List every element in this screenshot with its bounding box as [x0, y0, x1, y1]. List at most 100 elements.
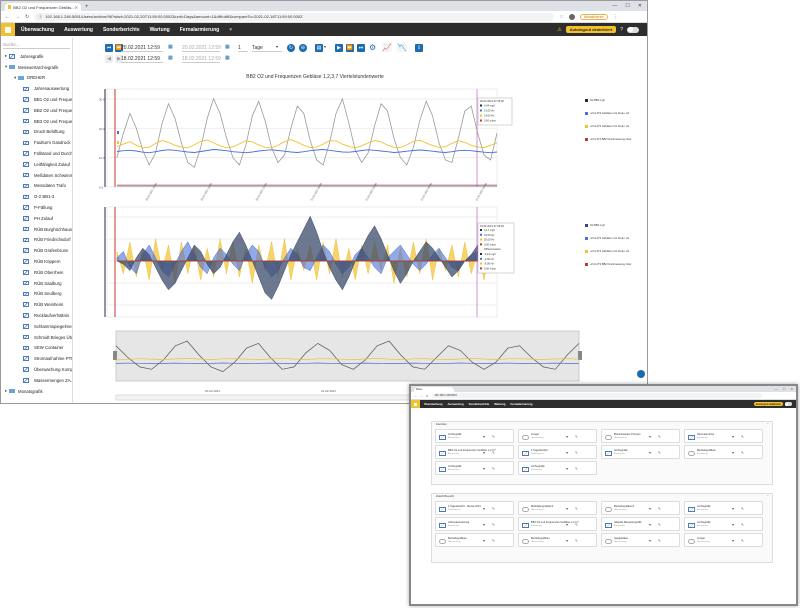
- edit-icon[interactable]: ✎: [492, 507, 495, 511]
- tile-card[interactable]: Archivgrafik Auswertung ♥ ✎: [518, 461, 597, 475]
- edit-icon[interactable]: ✎: [492, 435, 495, 439]
- refresh-button[interactable]: ↻: [287, 44, 295, 52]
- edit-icon[interactable]: ✎: [658, 523, 661, 527]
- sidebar-item[interactable]: RÜB Seulberg: [1, 289, 72, 300]
- favorite-heart-icon[interactable]: ♥: [732, 507, 734, 511]
- edit-icon[interactable]: ✎: [658, 451, 661, 455]
- edit-icon[interactable]: ✎: [741, 507, 744, 511]
- browser-tab-2[interactable]: Dibex: [414, 387, 454, 392]
- help-icon[interactable]: ?: [620, 27, 623, 33]
- nav2-ueberwachung[interactable]: Überwachung: [424, 402, 443, 406]
- favorite-heart-icon[interactable]: ♥: [566, 435, 568, 439]
- sidebar-item[interactable]: ▸ Jahresgrafik: [1, 51, 72, 62]
- maximize-icon-2[interactable]: ☐: [783, 387, 786, 391]
- save-menu-chevron-icon[interactable]: ▾: [324, 44, 326, 49]
- edit-icon[interactable]: ✎: [575, 507, 578, 511]
- tile-card[interactable]: 1 Tagesbericht - Monat 2021 Sonderbericht…: [435, 501, 514, 515]
- nav-fernalarmierung[interactable]: Fernalarmierung: [180, 27, 219, 33]
- sidebar-item[interactable]: ▾ DREHER: [1, 73, 72, 84]
- sidebar-item[interactable]: PH Zulauf: [1, 213, 72, 224]
- tile-card[interactable]: Gasgebläse Überwachung ♥ ✎: [601, 533, 680, 547]
- favorite-heart-icon[interactable]: ♥: [732, 451, 734, 455]
- save-button[interactable]: ▤: [315, 44, 323, 52]
- calendar-1-icon[interactable]: ▦: [168, 44, 173, 50]
- tile-card[interactable]: Betriebsgrafiken1 Überwachung ♥ ✎: [601, 501, 680, 515]
- favorite-heart-icon[interactable]: ♥: [566, 451, 568, 455]
- close-window-icon[interactable]: ✕: [638, 3, 642, 9]
- favorite-heart-icon[interactable]: ♥: [483, 451, 485, 455]
- sidebar-item[interactable]: RÜB Köppern: [1, 256, 72, 267]
- sidebar-item[interactable]: Schlammspiegelmess...: [1, 321, 72, 332]
- tile-card[interactable]: Archivgrafik Auswertung ♥ ✎: [601, 445, 680, 459]
- minimize-icon[interactable]: —: [612, 3, 617, 9]
- line-chart-icon[interactable]: 📈: [382, 43, 392, 52]
- navigator-right-handle[interactable]: [578, 351, 582, 360]
- favorite-heart-icon[interactable]: ♥: [649, 507, 651, 511]
- close-tab-icon[interactable]: ✕: [75, 5, 78, 10]
- new-tab-button[interactable]: +: [85, 4, 89, 10]
- back-icon-2[interactable]: ←: [414, 394, 417, 398]
- favorite-heart-icon[interactable]: ♥: [566, 467, 568, 471]
- sidebar-item[interactable]: BB1 O2 und Frequenz...: [1, 94, 72, 105]
- sidebar-item[interactable]: Überwachung Kompr...: [1, 364, 72, 375]
- chart-area[interactable]: BB2 O2 und Frequenzen Gebläse 1,2,3,7 Vi…: [85, 69, 645, 404]
- reload-icon-2[interactable]: ↻: [426, 394, 429, 398]
- autologout-toggle-2[interactable]: [785, 402, 792, 406]
- date-from-1[interactable]: 20.02.2021 12:59: [121, 44, 163, 52]
- calendar-2-icon[interactable]: ▦: [168, 55, 173, 61]
- tile-card[interactable]: BB1 O2 und Frequenzen Gebläse 1,2,3,7 Aus…: [518, 517, 597, 531]
- sidebar-item[interactable]: BB3 O2 und Frequenz...: [1, 116, 72, 127]
- sidebar-item[interactable]: O-2 BB1-3: [1, 191, 72, 202]
- sidebar-item[interactable]: Druck Belüftung: [1, 127, 72, 138]
- tile-card[interactable]: Betriebsgrafiken Überwachung ♥ ✎: [435, 533, 514, 547]
- favorite-heart-icon[interactable]: ♥: [483, 435, 485, 439]
- nav2-wartung[interactable]: Wartung: [494, 402, 505, 406]
- tile-card[interactable]: Lüngel Überwachung ♥ ✎: [518, 429, 597, 443]
- sidebar-item[interactable]: BB2 O2 und Frequenz...: [1, 105, 72, 116]
- sidebar-item[interactable]: Rücklaufverhältnis: [1, 310, 72, 321]
- sidebar-item[interactable]: P-Fällung: [1, 202, 72, 213]
- compare-prev-button[interactable]: ◀: [105, 55, 113, 63]
- sidebar-item[interactable]: Jahresauswertung: [1, 83, 72, 94]
- export-button[interactable]: ⇩: [415, 44, 423, 52]
- date-to-2[interactable]: 18.02.2021 12:59: [182, 55, 221, 63]
- area-chart-icon[interactable]: 📉: [397, 43, 407, 52]
- sidebar-item[interactable]: RÜB Burghöchhausen: [1, 224, 72, 235]
- edit-icon[interactable]: ✎: [741, 539, 744, 543]
- edit-icon[interactable]: ✎: [741, 451, 744, 455]
- autologout-toggle[interactable]: [627, 26, 639, 33]
- close-window-icon-2[interactable]: ✕: [790, 387, 793, 391]
- reload-icon[interactable]: ↻: [25, 14, 29, 20]
- favorite-heart-icon[interactable]: ♥: [649, 523, 651, 527]
- edit-icon[interactable]: ✎: [575, 523, 578, 527]
- nav2-sonderberichte[interactable]: Sonderberichte: [469, 402, 490, 406]
- minimize-icon-2[interactable]: —: [775, 387, 778, 391]
- calendar-3-icon[interactable]: ▦: [225, 44, 230, 50]
- edit-icon[interactable]: ✎: [492, 523, 495, 527]
- date-to-1[interactable]: 20.02.2021 12:59: [182, 44, 221, 52]
- fast-forward-button[interactable]: ⏩: [346, 44, 354, 52]
- sidebar-item[interactable]: Meßdaten Schwimme...: [1, 170, 72, 181]
- favorite-heart-icon[interactable]: ♥: [483, 523, 485, 527]
- nav-auswertung[interactable]: Auswertung: [64, 27, 93, 33]
- tile-card[interactable]: Jahresauswertung Auswertung ♥ ✎: [435, 517, 514, 531]
- calendar-4-icon[interactable]: ▦: [225, 55, 230, 61]
- edit-icon[interactable]: ✎: [575, 539, 578, 543]
- sidebar-item[interactable]: Messdaten Trafo: [1, 181, 72, 192]
- edit-icon[interactable]: ✎: [658, 539, 661, 543]
- sidebar-item[interactable]: Schmidt Brieges Über...: [1, 332, 72, 343]
- compare-button[interactable]: ⊖: [299, 44, 307, 52]
- edit-icon[interactable]: ✎: [741, 523, 744, 527]
- edit-icon[interactable]: ✎: [492, 539, 495, 543]
- tile-card[interactable]: Archivgrafik Auswertung ♥ ✎: [435, 429, 514, 443]
- url-field[interactable]: ⓘ 192.168.1.246:5051/Users/archive/96?st…: [34, 12, 555, 21]
- sidebar-search-input[interactable]: Suche...: [3, 40, 70, 49]
- tile-card[interactable]: Stromkennlinie Auswertung ♥ ✎: [684, 429, 763, 443]
- favorite-heart-icon[interactable]: ♥: [483, 507, 485, 511]
- edit-icon[interactable]: ✎: [492, 451, 495, 455]
- star-icon[interactable]: ☆: [559, 14, 563, 20]
- logo-2[interactable]: [411, 400, 420, 408]
- back-icon[interactable]: ←: [5, 14, 10, 20]
- update-button[interactable]: Aktualisieren: [579, 13, 608, 20]
- tile-card[interactable]: Betriebsgrafiken Überwachung ♥ ✎: [518, 533, 597, 547]
